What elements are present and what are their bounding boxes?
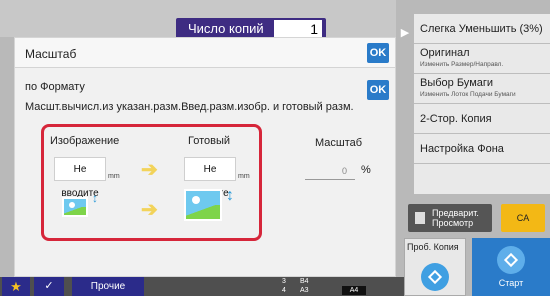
start-button[interactable]: Старт xyxy=(472,238,550,296)
image-size-input[interactable]: Не вводите xyxy=(54,157,106,199)
scale-label: Масштаб xyxy=(315,137,363,149)
finished-size-input[interactable]: Не вводите xyxy=(184,157,236,199)
copies-label: Число копий xyxy=(188,21,264,36)
function-background-adjust[interactable]: Настройка Фона xyxy=(414,134,550,164)
size-input-area: Изображение Готовый Не вводите mm ➔ Не в… xyxy=(41,124,262,241)
finished-unit: mm xyxy=(238,173,250,180)
section-description: Масшт.вычисл.из указан.разм.Введ.разм.из… xyxy=(25,101,354,113)
proof-copy-label: Проб. Копия xyxy=(407,242,459,252)
image-label: Изображение xyxy=(50,135,120,147)
copies-value[interactable]: 1 xyxy=(274,20,322,38)
preview-icon xyxy=(415,212,425,224)
proof-start-icon xyxy=(421,263,449,291)
scale-unit: % xyxy=(361,164,371,176)
function-duplex-copy[interactable]: 2-Стор. Копия xyxy=(414,104,550,134)
right-function-panel: Слегка Уменьшить (3%) Оригинал Изменить … xyxy=(414,14,550,194)
arrow-right-icon: ➔ xyxy=(141,199,158,221)
other-button[interactable]: Прочие xyxy=(72,277,144,296)
finished-label: Готовый xyxy=(188,135,231,147)
function-paper-select[interactable]: Выбор Бумаги Изменить Лоток Подачи Бумаг… xyxy=(414,74,550,104)
size-ok-button[interactable]: OK xyxy=(367,80,389,100)
clear-all-button[interactable]: CA xyxy=(501,204,545,232)
favorite-star-icon[interactable]: ★ xyxy=(2,277,30,296)
zoom-dialog: Масштаб OK OK по Формату Масшт.вычисл.из… xyxy=(14,37,396,277)
start-icon xyxy=(497,246,525,274)
dialog-title: Масштаб xyxy=(25,47,77,61)
scale-value: 0 xyxy=(305,162,355,180)
image-size-arrow-icon: ↕ xyxy=(92,191,98,205)
finished-picture-icon xyxy=(184,189,222,221)
paper-status: 3 B4 4 A3 A4 xyxy=(280,277,376,296)
section-subtitle: по Формату xyxy=(25,81,85,93)
finished-size-arrow-icon: ↕ xyxy=(226,187,234,204)
check-icon[interactable]: ✓ xyxy=(34,277,64,296)
start-label: Старт xyxy=(498,278,524,288)
image-unit: mm xyxy=(108,173,120,180)
function-original[interactable]: Оригинал Изменить Размер/Направл. xyxy=(414,44,550,74)
selected-paper: A4 xyxy=(342,286,366,295)
image-picture-icon xyxy=(62,197,88,217)
bottom-bar: ★ ✓ Прочие 3 B4 4 A3 A4 xyxy=(0,277,404,296)
proof-copy-button[interactable]: Проб. Копия xyxy=(404,238,466,296)
expand-arrow-icon[interactable]: ▶ xyxy=(398,26,412,40)
preview-button[interactable]: Предварит. Просмотр xyxy=(408,204,492,232)
dialog-ok-button[interactable]: OK xyxy=(367,43,389,63)
function-slight-reduce[interactable]: Слегка Уменьшить (3%) xyxy=(414,14,550,44)
arrow-right-icon: ➔ xyxy=(141,159,158,181)
dialog-title-bar: Масштаб xyxy=(15,38,395,68)
